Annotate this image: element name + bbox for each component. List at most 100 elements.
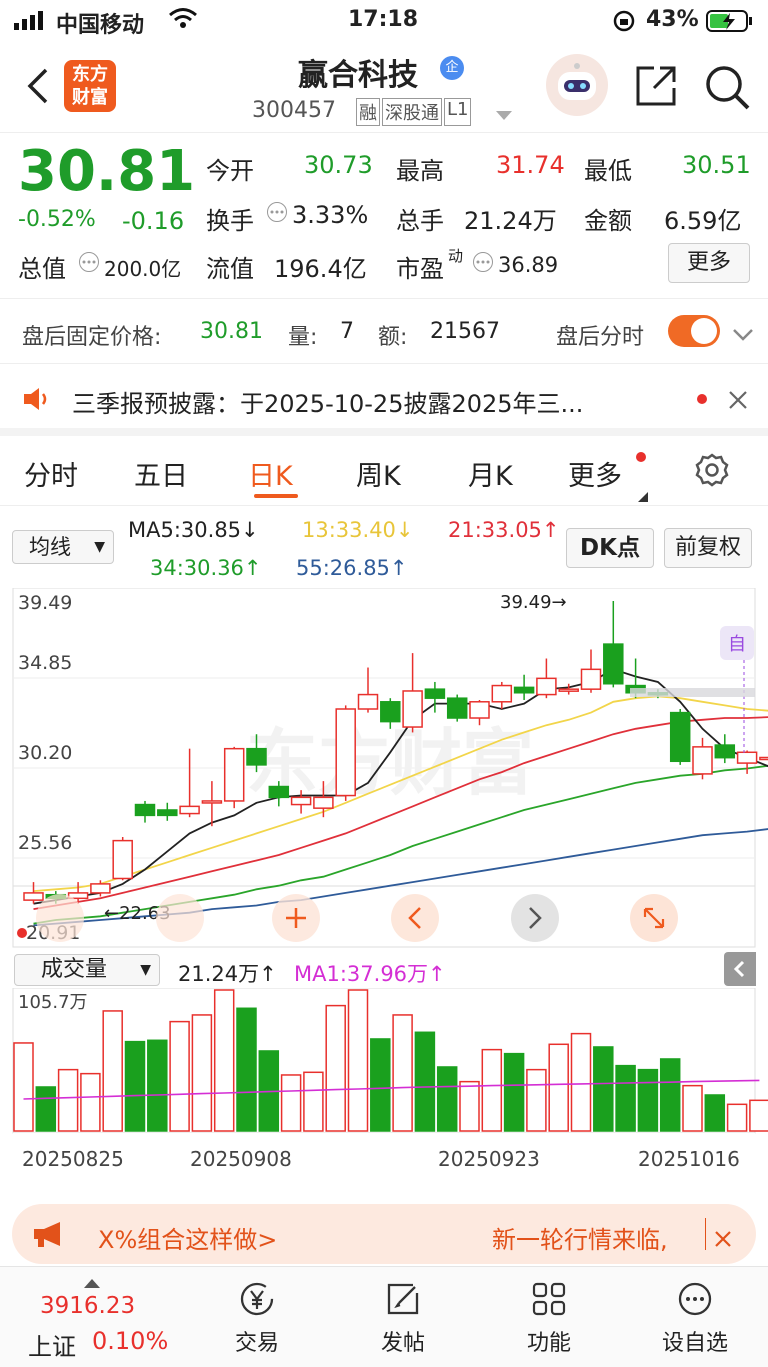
after-hours-row: 盘后固定价格: 30.81 量: 7 额: 21567 盘后分时 bbox=[0, 298, 768, 364]
chevron-down-icon[interactable] bbox=[732, 323, 754, 348]
search-icon[interactable] bbox=[704, 64, 750, 114]
tab-five-day[interactable]: 五日 bbox=[134, 454, 188, 493]
company-badge: 企 bbox=[440, 56, 464, 80]
volume-bar bbox=[414, 1031, 436, 1132]
after-hours-price: 30.81 bbox=[200, 319, 263, 344]
nav-add-watchlist[interactable]: 设自选 bbox=[640, 1279, 750, 1357]
tab-more[interactable]: 更多 bbox=[568, 454, 622, 493]
volume-bar bbox=[102, 1010, 123, 1132]
unread-dot bbox=[697, 394, 707, 404]
eastmoney-logo[interactable]: 东方 财富 bbox=[64, 60, 116, 112]
volume-label: 总手 bbox=[396, 207, 444, 235]
tab-daily-k[interactable]: 日K bbox=[248, 454, 293, 493]
low-label: 最低 bbox=[584, 157, 632, 185]
nav-functions-label: 功能 bbox=[526, 1331, 571, 1356]
y-tick: 30.20 bbox=[18, 742, 72, 764]
share-icon[interactable] bbox=[634, 64, 678, 112]
candle-body bbox=[580, 668, 602, 690]
nav-trade[interactable]: 交易 bbox=[202, 1279, 312, 1357]
volume-bar bbox=[682, 1084, 703, 1132]
low-value: 30.51 bbox=[682, 151, 751, 179]
tab-weekly-k[interactable]: 周K bbox=[356, 454, 401, 493]
more-quote-button[interactable]: 更多 bbox=[668, 243, 750, 283]
more-dots-icon bbox=[678, 1282, 712, 1316]
prev-control bbox=[391, 894, 439, 942]
status-bar: 中国移动 17:18 43% bbox=[0, 0, 768, 42]
notice-banner[interactable]: 三季报预披露：于2025-10-25披露2025年三... bbox=[0, 364, 768, 436]
candle-body bbox=[736, 751, 758, 764]
back-icon[interactable] bbox=[24, 66, 50, 110]
after-hours-amt: 21567 bbox=[430, 319, 500, 344]
ma13-legend: 13:33.40↓ bbox=[302, 518, 414, 542]
caret-down-icon: ▼ bbox=[140, 962, 151, 978]
close-icon[interactable] bbox=[728, 388, 748, 416]
date-label: 20250923 bbox=[438, 1147, 540, 1171]
volume-bar bbox=[726, 1103, 748, 1132]
volume-bar bbox=[481, 1048, 503, 1132]
yen-circle-icon bbox=[240, 1282, 274, 1316]
candle-body bbox=[402, 690, 423, 728]
volume-bar bbox=[35, 1086, 57, 1132]
nav-functions[interactable]: 功能 bbox=[494, 1279, 604, 1357]
adjust-mode-button[interactable]: 前复权 bbox=[664, 528, 752, 568]
candle-body bbox=[759, 756, 768, 761]
candle-body bbox=[692, 746, 713, 775]
index-value: 3916.23 bbox=[40, 1293, 136, 1319]
live-dot bbox=[17, 928, 27, 938]
candle-body bbox=[424, 688, 446, 699]
volume-bar bbox=[370, 1038, 391, 1132]
wifi-icon bbox=[168, 6, 198, 36]
stock-code: 300457 bbox=[252, 98, 336, 123]
volume-indicator-select[interactable]: 成交量 ▼ bbox=[14, 954, 160, 986]
volume-bar bbox=[436, 1066, 458, 1132]
candle-body bbox=[357, 693, 379, 710]
volume-bar bbox=[570, 1032, 592, 1132]
robot-assistant-icon[interactable] bbox=[546, 54, 608, 116]
volume-value: 21.24万↑ bbox=[178, 962, 277, 986]
after-hours-label: 盘后固定价格: bbox=[22, 325, 162, 350]
info-dots-icon[interactable] bbox=[472, 251, 494, 277]
tag-connect: 深股通 bbox=[382, 98, 442, 126]
dk-point-button[interactable]: DK点 bbox=[566, 528, 654, 568]
index-ticker[interactable]: 3916.23 上证 0.10% bbox=[0, 1267, 184, 1367]
volume-bar bbox=[637, 1068, 659, 1132]
y-tick: 34.85 bbox=[18, 652, 72, 674]
stock-header: 东方 财富 赢合科技 企 300457 融 深股通 L1 bbox=[0, 42, 768, 132]
volume-chart[interactable]: 105.7万 20250825 20250908 20250923 202510… bbox=[0, 988, 768, 1188]
ma5-legend: MA5:30.85↓ bbox=[128, 518, 259, 542]
candle-body bbox=[90, 883, 111, 894]
after-hours-vol: 7 bbox=[340, 319, 354, 344]
new-dot bbox=[636, 452, 646, 462]
index-percent: 0.10% bbox=[92, 1327, 169, 1355]
tab-intraday[interactable]: 分时 bbox=[24, 454, 78, 493]
volume-bar bbox=[749, 1099, 768, 1132]
candle-body bbox=[491, 684, 513, 703]
tab-monthly-k[interactable]: 月K bbox=[468, 454, 513, 493]
market-cap-label: 总值 bbox=[18, 255, 66, 283]
info-dots-icon[interactable] bbox=[266, 201, 288, 227]
after-hours-toggle[interactable] bbox=[668, 315, 720, 347]
candle-body bbox=[179, 805, 200, 815]
rotation-lock-icon bbox=[612, 9, 636, 39]
ma34-legend: 34:30.36↑ bbox=[150, 556, 262, 580]
volume-bar bbox=[280, 1074, 302, 1132]
candle-body bbox=[223, 747, 245, 802]
ad-banner[interactable]: X%组合这样做> 新一轮行情来临, bbox=[12, 1204, 756, 1264]
caret-down-icon[interactable] bbox=[496, 106, 512, 125]
nav-post[interactable]: 发帖 bbox=[348, 1279, 458, 1357]
nav-trade-label: 交易 bbox=[234, 1331, 279, 1356]
indicator-select[interactable]: 均线 ▼ bbox=[12, 530, 114, 564]
info-dots-icon[interactable] bbox=[78, 251, 100, 277]
amount-value: 6.59亿 bbox=[664, 207, 742, 235]
kline-chart[interactable]: 东方财富 39.49 34.85 30.20 25.56 20.91 39.49… bbox=[0, 588, 768, 950]
carrier-name: 中国移动 bbox=[56, 13, 145, 38]
amount-label: 金额 bbox=[584, 207, 632, 235]
ma-legend-bar: 均线 ▼ MA5:30.85↓ 13:33.40↓ 21:33.05↑ 34:3… bbox=[0, 510, 768, 588]
close-icon[interactable] bbox=[714, 1226, 732, 1254]
edit-icon bbox=[387, 1283, 419, 1315]
settings-gear-icon[interactable] bbox=[694, 452, 730, 495]
collapse-panel-button[interactable] bbox=[724, 952, 756, 986]
candlestick bbox=[669, 709, 691, 765]
caret-up-icon bbox=[84, 1273, 100, 1292]
battery-percent: 43% bbox=[646, 7, 699, 32]
